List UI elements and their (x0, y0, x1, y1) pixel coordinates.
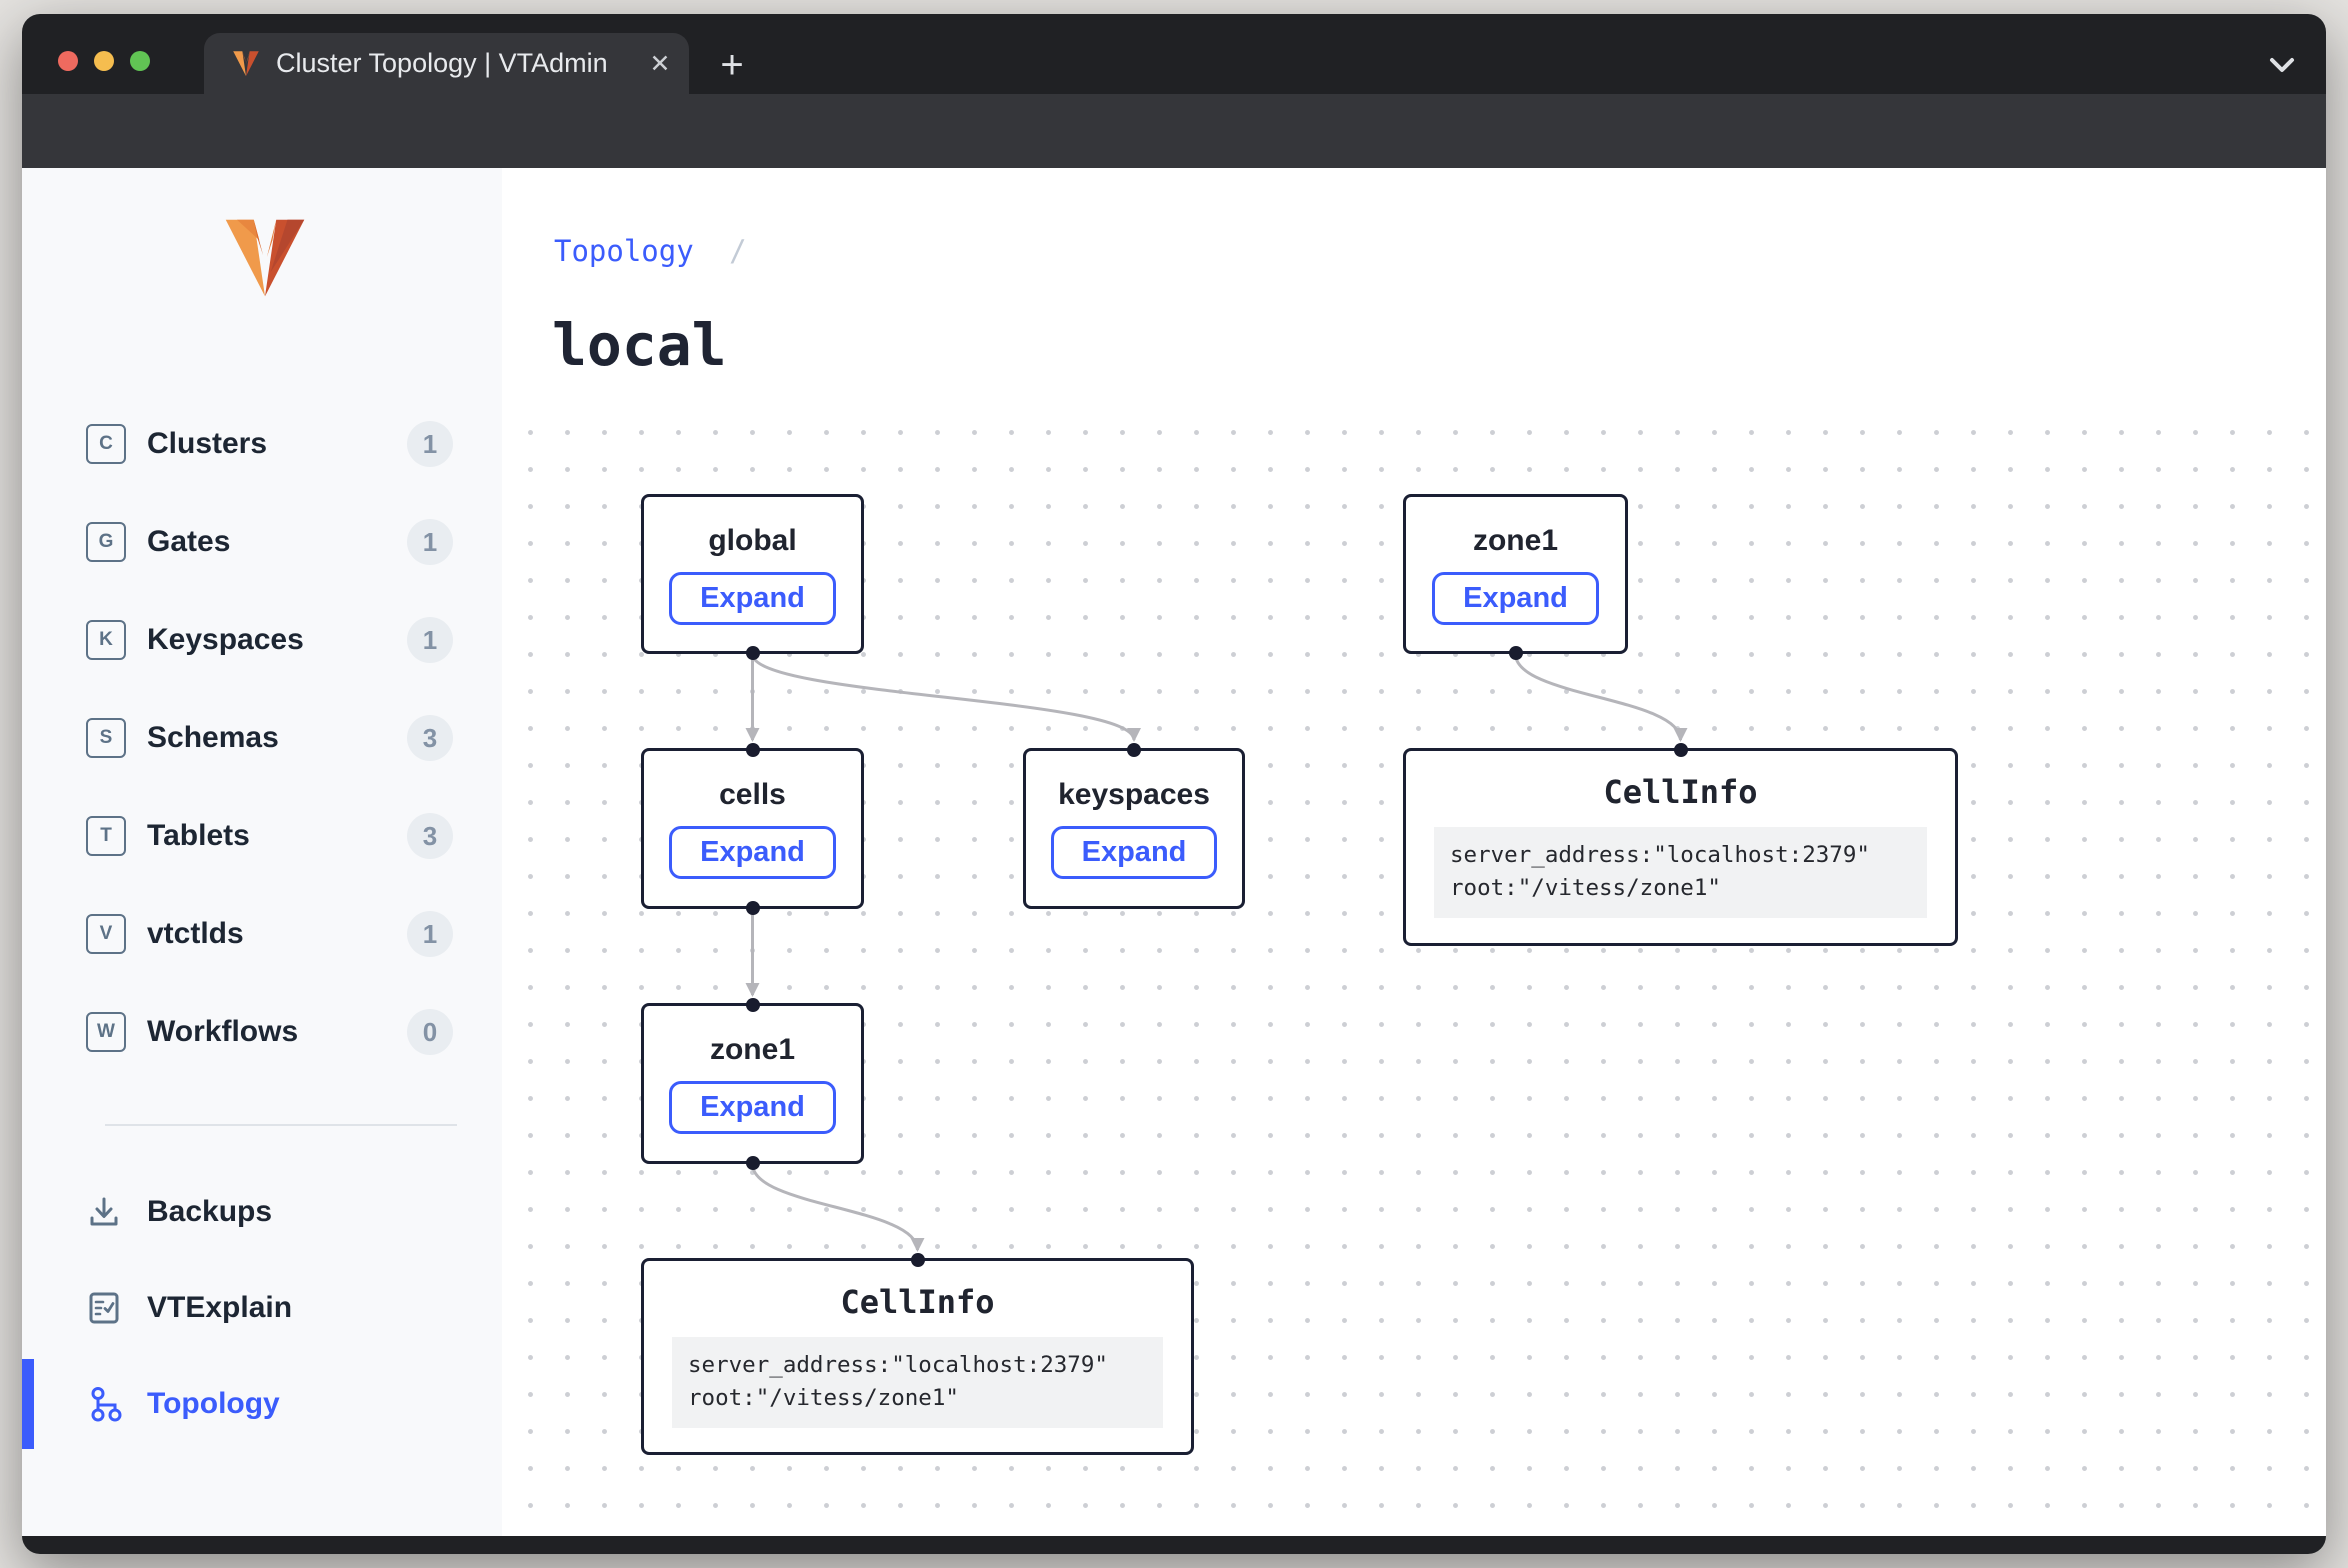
topology-node-global[interactable]: global Expand (641, 494, 864, 654)
sidebar-item-label: VTExplain (147, 1291, 292, 1325)
topology-node-keyspaces[interactable]: keyspaces Expand (1023, 748, 1245, 909)
window-zoom-button[interactable] (130, 51, 150, 71)
expand-button[interactable]: Expand (669, 1081, 836, 1134)
main-panel: Topology / local global Expand zone1 Expand… (502, 168, 2326, 1536)
sidebar-tools: Backups VTExplain Topology (22, 1164, 502, 1452)
workflows-icon: W (86, 1012, 126, 1052)
window-close-button[interactable] (58, 51, 78, 71)
vtctlds-icon: V (86, 914, 126, 954)
target-handle (911, 1253, 925, 1267)
sidebar-item-label: Clusters (147, 427, 267, 461)
source-handle (746, 901, 760, 915)
topology-tree-icon (84, 1384, 124, 1424)
vitess-favicon (232, 50, 260, 78)
sidebar-item-label: Workflows (147, 1015, 298, 1049)
workflows-count-badge: 0 (407, 1009, 453, 1055)
tab-search-chevron-icon[interactable] (2260, 48, 2304, 84)
sidebar: C Clusters 1 G Gates 1 K Keyspaces 1 S Schemas 3 T Ta… (22, 168, 503, 1536)
browser-toolbar: localhost:14201/topology/local Incognito… (22, 94, 2326, 168)
desktop: { "browser": { "tab_title": "Cluster Top… (0, 0, 2348, 1568)
browser-tab[interactable]: Cluster Topology | VTAdmin ✕ (204, 33, 689, 94)
edge-zone1-left-to-cellinfo-bottom (753, 1164, 918, 1250)
breadcrumb: Topology / (554, 234, 747, 268)
sidebar-item-tablets[interactable]: T Tablets 3 (22, 787, 502, 885)
tablets-count-badge: 3 (407, 813, 453, 859)
expand-button[interactable]: Expand (1051, 826, 1218, 879)
edge-zone1-top-to-cellinfo-right (1516, 654, 1681, 740)
node-title: cells (719, 778, 786, 812)
schemas-count-badge: 3 (407, 715, 453, 761)
cellinfo-code: server_address:"localhost:2379"root:"/vi… (1434, 827, 1927, 918)
window-minimize-button[interactable] (94, 51, 114, 71)
schemas-icon: S (86, 718, 126, 758)
topology-canvas[interactable]: globalExpandzone1ExpandcellsExpandkeyspa… (502, 408, 2326, 1536)
sidebar-item-label: Tablets (147, 819, 250, 853)
new-tab-button[interactable]: + (710, 44, 754, 88)
topology-node-zone1-top[interactable]: zone1 Expand (1403, 494, 1628, 654)
sidebar-nav: C Clusters 1 G Gates 1 K Keyspaces 1 S Schemas 3 T Ta… (22, 395, 502, 1081)
node-title: zone1 (710, 1033, 795, 1067)
topology-node-zone1-left[interactable]: zone1 Expand (641, 1003, 864, 1164)
active-item-indicator (22, 1359, 34, 1449)
page-title: local (552, 311, 727, 379)
gates-icon: G (86, 522, 126, 562)
vitess-logo (222, 216, 308, 302)
sidebar-item-schemas[interactable]: S Schemas 3 (22, 689, 502, 787)
clusters-count-badge: 1 (407, 421, 453, 467)
target-handle (746, 743, 760, 757)
sidebar-item-label: Gates (147, 525, 230, 559)
vtctlds-count-badge: 1 (407, 911, 453, 957)
sidebar-item-label: Topology (147, 1387, 280, 1421)
node-title: CellInfo (840, 1283, 994, 1321)
tab-title: Cluster Topology | VTAdmin (276, 48, 643, 79)
sidebar-item-vtexplain[interactable]: VTExplain (22, 1260, 502, 1356)
tablets-icon: T (86, 816, 126, 856)
breadcrumb-separator: / (729, 234, 746, 268)
tab-close-icon[interactable]: ✕ (643, 47, 677, 81)
gates-count-badge: 1 (407, 519, 453, 565)
keyspaces-count-badge: 1 (407, 617, 453, 663)
sidebar-item-label: Backups (147, 1195, 272, 1229)
sidebar-item-workflows[interactable]: W Workflows 0 (22, 983, 502, 1081)
sidebar-divider (105, 1124, 457, 1126)
download-icon (84, 1192, 124, 1232)
clusters-icon: C (86, 424, 126, 464)
topology-node-cellinfo-bottom[interactable]: CellInfo server_address:"localhost:2379"r… (641, 1258, 1194, 1455)
sidebar-item-label: vtctlds (147, 917, 244, 951)
browser-window: Cluster Topology | VTAdmin ✕ + localhost… (22, 14, 2326, 1554)
expand-button[interactable]: Expand (1432, 572, 1599, 625)
node-title: global (708, 524, 796, 558)
node-title: keyspaces (1058, 778, 1210, 812)
source-handle (746, 646, 760, 660)
sidebar-item-backups[interactable]: Backups (22, 1164, 502, 1260)
document-check-icon (84, 1288, 124, 1328)
sidebar-item-topology[interactable]: Topology (22, 1356, 502, 1452)
expand-button[interactable]: Expand (669, 826, 836, 879)
sidebar-item-gates[interactable]: G Gates 1 (22, 493, 502, 591)
source-handle (1509, 646, 1523, 660)
source-handle (746, 1156, 760, 1170)
breadcrumb-topology-link[interactable]: Topology (554, 234, 694, 268)
cellinfo-code: server_address:"localhost:2379"root:"/vi… (672, 1337, 1163, 1428)
sidebar-item-vtctlds[interactable]: Vvtctlds 1 (22, 885, 502, 983)
sidebar-item-label: Schemas (147, 721, 279, 755)
topology-node-cellinfo-right[interactable]: CellInfo server_address:"localhost:2379"r… (1403, 748, 1958, 946)
sidebar-item-clusters[interactable]: C Clusters 1 (22, 395, 502, 493)
node-title: CellInfo (1603, 773, 1757, 811)
expand-button[interactable]: Expand (669, 572, 836, 625)
page-content: C Clusters 1 G Gates 1 K Keyspaces 1 S Schemas 3 T Ta… (22, 168, 2326, 1536)
target-handle (746, 998, 760, 1012)
topology-node-cells[interactable]: cells Expand (641, 748, 864, 909)
node-title: zone1 (1473, 524, 1558, 558)
sidebar-item-keyspaces[interactable]: K Keyspaces 1 (22, 591, 502, 689)
target-handle (1127, 743, 1141, 757)
sidebar-item-label: Keyspaces (147, 623, 304, 657)
target-handle (1674, 743, 1688, 757)
keyspaces-icon: K (86, 620, 126, 660)
edge-global-to-keyspaces (753, 654, 1135, 740)
